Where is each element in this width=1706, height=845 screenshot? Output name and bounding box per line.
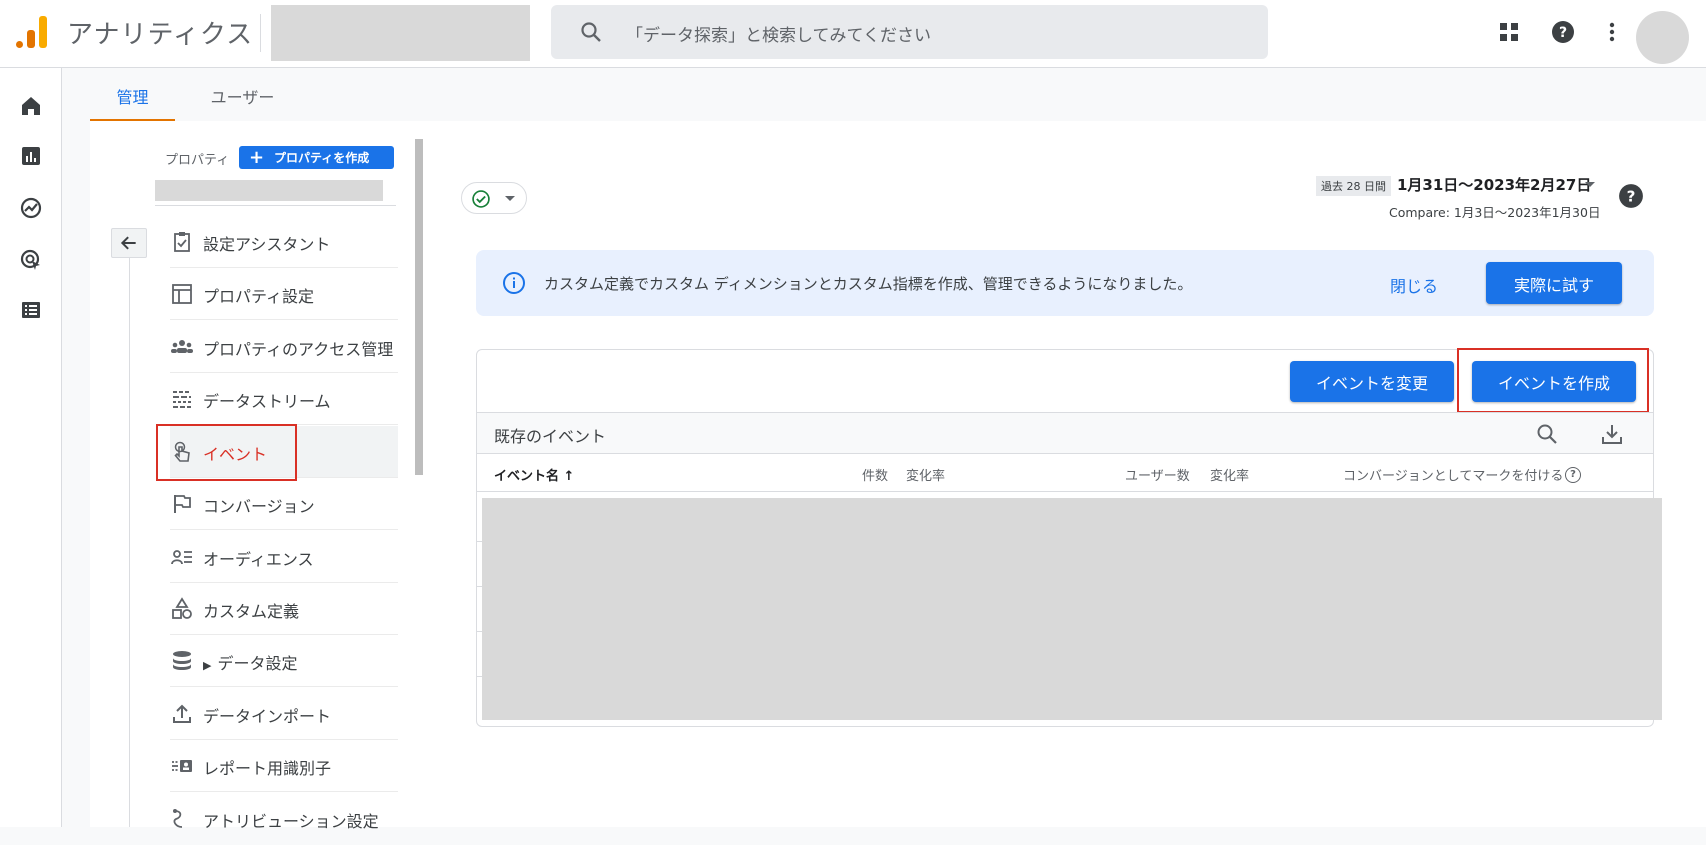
date-range[interactable]: 1月31日～2023年2月27日	[1397, 174, 1591, 195]
back-button[interactable]	[111, 228, 147, 258]
col-count[interactable]: 件数	[862, 465, 888, 484]
app-title: アナリティクス	[67, 20, 254, 50]
top-bar: アナリティクス 「データ探索」と検索してみてください ?	[0, 0, 1706, 68]
main-content: 過去 28 日間 1月31日～2023年2月27日 Compare: 1月3日～…	[423, 121, 1706, 827]
search-icon[interactable]	[1535, 422, 1559, 446]
reports-icon[interactable]	[19, 144, 43, 168]
events-card-header: 既存のイベント	[477, 412, 1653, 454]
admin-nav-panel: プロパティ + プロパティを作成 設定アシスタント プロパティ設定 プロパティの…	[90, 121, 423, 831]
banner-close-link[interactable]: 閉じる	[1390, 273, 1438, 297]
account-selector[interactable]	[271, 5, 530, 61]
property-label: プロパティ	[165, 153, 230, 168]
nav-item-label: 設定アシスタント	[203, 235, 331, 254]
nav-item-setup-assistant[interactable]: 設定アシスタント	[170, 216, 398, 268]
modify-event-button[interactable]: イベントを変更	[1290, 361, 1454, 402]
create-property-button[interactable]: + プロパティを作成	[239, 146, 394, 169]
database-icon	[173, 651, 191, 670]
property-divider	[155, 205, 396, 206]
check-circle-icon	[472, 190, 490, 208]
layout-icon	[172, 284, 192, 304]
info-banner: カスタム定義でカスタム ディメンションとカスタム指標を作成、管理できるようになり…	[476, 250, 1654, 316]
analytics-logo-icon[interactable]	[16, 16, 48, 48]
help-icon[interactable]: ?	[1551, 20, 1575, 44]
tab-user[interactable]: ユーザー	[200, 68, 285, 121]
events-card-title: 既存のイベント	[494, 427, 607, 446]
status-dropdown[interactable]	[461, 182, 527, 214]
nav-item-label: オーディエンス	[203, 550, 314, 569]
nav-item-label: データストリーム	[203, 392, 331, 411]
events-highlight-box	[156, 424, 297, 481]
nav-item-conversions[interactable]: コンバージョン	[170, 478, 398, 530]
nav-item-label: アトリビューション設定	[203, 812, 379, 831]
plus-icon: +	[249, 147, 265, 168]
streams-icon	[173, 391, 191, 408]
tab-admin[interactable]: 管理	[90, 68, 175, 121]
date-dropdown-icon[interactable]	[1585, 182, 1595, 187]
create-property-label: プロパティを作成	[274, 151, 370, 165]
nav-divider	[129, 241, 130, 827]
nav-item-data-import[interactable]: データインポート	[170, 688, 398, 740]
search-bar[interactable]: 「データ探索」と検索してみてください	[551, 5, 1268, 59]
explore-icon[interactable]	[19, 196, 43, 220]
col-users[interactable]: ユーザー数	[1125, 465, 1190, 484]
nav-item-audiences[interactable]: オーディエンス	[170, 531, 398, 583]
nav-item-label: データインポート	[203, 707, 332, 726]
banner-try-button[interactable]: 実際に試す	[1486, 262, 1622, 304]
left-rail	[0, 68, 62, 827]
home-icon[interactable]	[19, 94, 43, 118]
nav-item-data-streams[interactable]: データストリーム	[170, 373, 398, 425]
more-vert-icon[interactable]	[1600, 20, 1624, 44]
search-placeholder: 「データ探索」と検索してみてください	[626, 26, 931, 46]
svg-text:?: ?	[1559, 25, 1567, 41]
expand-caret-icon[interactable]: ▶	[203, 659, 211, 672]
events-table-header: イベント名 ↑ 件数 変化率 ユーザー数 変化率 コンバージョンとしてマークを付…	[477, 454, 1653, 492]
conversion-help-icon[interactable]: ?	[1565, 467, 1581, 483]
audience-icon	[171, 550, 192, 565]
clipboard-check-icon	[174, 232, 190, 252]
nav-item-label: カスタム定義	[203, 602, 300, 621]
avatar[interactable]	[1636, 11, 1689, 64]
col-count-change[interactable]: 変化率	[906, 465, 945, 484]
nav-item-custom-definitions[interactable]: カスタム定義	[170, 583, 398, 635]
upload-icon	[173, 704, 191, 723]
compare-range: Compare: 1月3日～2023年1月30日	[1389, 205, 1601, 220]
flag-icon	[174, 495, 191, 513]
svg-text:?: ?	[1627, 187, 1636, 205]
identity-icon	[172, 760, 192, 772]
apps-grid-icon[interactable]	[1497, 20, 1521, 44]
search-icon	[581, 22, 601, 42]
nav-item-data-settings[interactable]: ▶ データ設定	[170, 635, 398, 687]
list-icon[interactable]	[19, 298, 43, 322]
people-icon	[171, 340, 193, 353]
nav-item-property-settings[interactable]: プロパティ設定	[170, 268, 398, 320]
nav-item-label: ▶ データ設定	[203, 654, 298, 673]
events-table-body	[482, 498, 1662, 720]
nav-item-label: レポート用識別子	[203, 759, 332, 778]
banner-message: カスタム定義でカスタム ディメンションとカスタム指標を作成、管理できるようになり…	[544, 275, 1193, 293]
property-selector[interactable]	[155, 180, 383, 201]
arrow-back-icon	[120, 236, 136, 250]
info-icon	[503, 272, 525, 294]
download-icon[interactable]	[1600, 422, 1624, 446]
date-period-chip: 過去 28 日間	[1316, 176, 1391, 196]
nav-item-label: プロパティのアクセス管理	[203, 340, 394, 359]
attribution-icon	[173, 809, 183, 828]
nav-item-label: コンバージョン	[203, 497, 315, 516]
advertising-icon[interactable]	[19, 248, 43, 272]
nav-scrollbar[interactable]	[415, 139, 423, 475]
shapes-icon	[172, 597, 192, 619]
page-help-icon[interactable]: ?	[1618, 183, 1644, 209]
nav-item-reporting-identity[interactable]: レポート用識別子	[170, 740, 398, 792]
dropdown-arrow-icon	[505, 196, 515, 201]
create-event-highlight-box	[1457, 348, 1649, 413]
col-mark-as-conversion: コンバージョンとしてマークを付ける	[1343, 469, 1564, 484]
nav-item-label: プロパティ設定	[203, 287, 315, 306]
title-divider	[260, 14, 261, 52]
col-users-change[interactable]: 変化率	[1210, 465, 1249, 484]
nav-item-attribution-settings[interactable]: アトリビューション設定	[170, 793, 398, 845]
col-event-name[interactable]: イベント名 ↑	[494, 465, 574, 484]
nav-item-access-management[interactable]: プロパティのアクセス管理	[170, 321, 398, 373]
